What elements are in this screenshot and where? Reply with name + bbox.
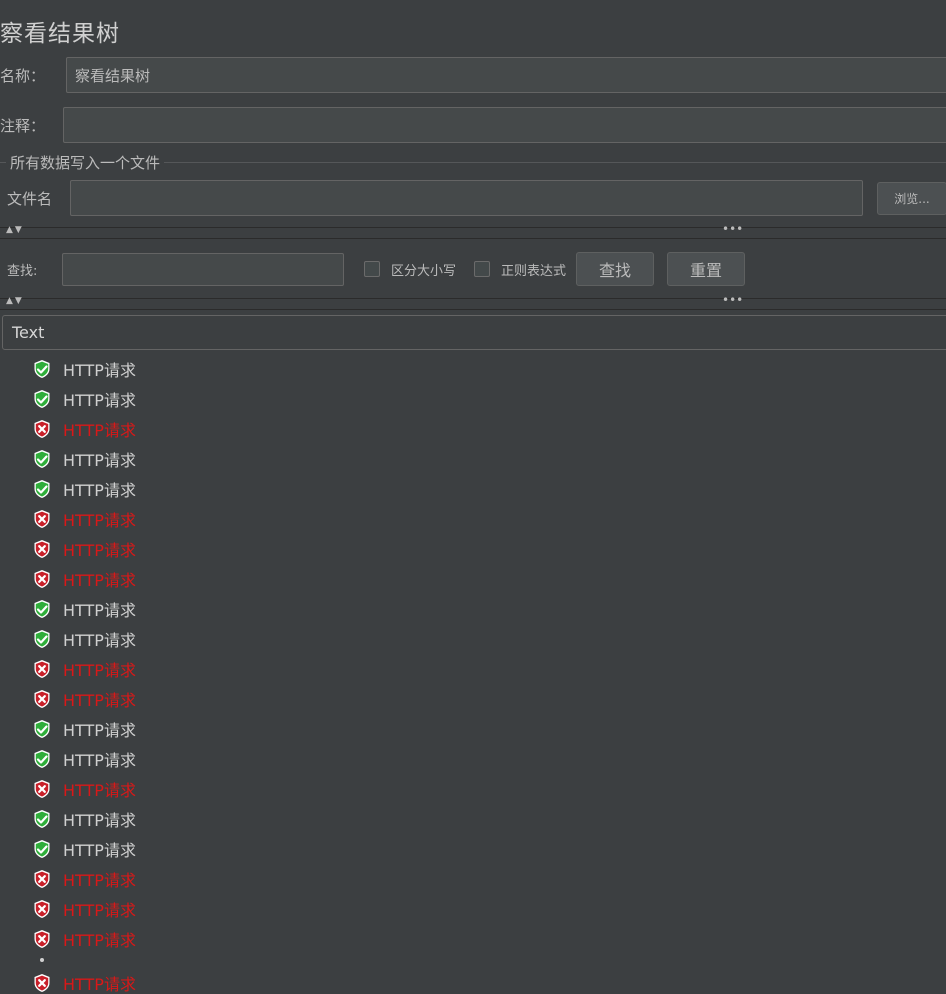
tree-item[interactable]: HTTP请求 <box>32 474 136 504</box>
tree-item[interactable]: HTTP请求 <box>32 894 136 924</box>
renderer-selected-value: Text <box>12 323 45 342</box>
filename-field[interactable] <box>70 180 863 216</box>
shield-check-icon <box>32 599 63 619</box>
tree-item[interactable]: HTTP请求 <box>32 444 136 474</box>
tree-item-label: HTTP请求 <box>63 481 136 500</box>
shield-check-icon <box>32 719 63 739</box>
tree-item[interactable]: HTTP请求 <box>32 804 136 834</box>
search-input[interactable] <box>62 252 344 286</box>
renderer-select[interactable]: Text <box>2 315 946 350</box>
tree-item-label: HTTP请求 <box>63 751 136 770</box>
splitter-grip-icon[interactable]: ••• <box>722 293 743 307</box>
shield-check-icon <box>32 809 63 829</box>
tree-item-label: HTTP请求 <box>63 631 136 650</box>
comment-field[interactable] <box>63 107 946 143</box>
collapse-arrows-icon[interactable]: ▲▼ <box>6 225 24 235</box>
filename-label: 文件名 <box>7 189 53 208</box>
tree-item-label: HTTP请求 <box>63 811 136 830</box>
splitter-grip-icon[interactable]: ••• <box>722 222 743 236</box>
shield-x-icon <box>32 689 63 709</box>
browse-button[interactable]: 浏览... <box>877 181 946 215</box>
tree-item-label: HTTP请求 <box>63 781 136 800</box>
tree-item[interactable]: HTTP请求 <box>32 864 136 894</box>
find-button[interactable]: 查找 <box>576 252 655 286</box>
comment-label: 注释： <box>0 116 46 135</box>
tree-item[interactable]: HTTP请求 <box>32 834 136 864</box>
shield-check-icon <box>32 389 63 409</box>
tree-item[interactable]: HTTP请求 <box>32 654 136 684</box>
tree-item-label: HTTP请求 <box>63 661 136 680</box>
tree-item[interactable]: HTTP请求 <box>32 384 136 414</box>
tree-item[interactable]: HTTP请求 <box>32 534 136 564</box>
shield-check-icon <box>32 629 63 649</box>
comment-row: 注释： <box>0 107 946 143</box>
tree-item[interactable]: HTTP请求 <box>32 354 136 384</box>
tree-item-label: HTTP请求 <box>63 931 136 950</box>
tree-item[interactable]: HTTP请求 <box>32 504 136 534</box>
tree-item-label: HTTP请求 <box>63 451 136 470</box>
regex-label: 正则表达式 <box>501 263 567 279</box>
file-group-title: 所有数据写入一个文件 <box>6 152 165 173</box>
tree-connector-dot <box>40 958 44 962</box>
tree-item[interactable]: HTTP请求 <box>32 968 136 994</box>
shield-x-icon <box>32 869 63 889</box>
filename-row: 文件名 浏览... <box>0 180 946 216</box>
case-sensitive-checkbox[interactable] <box>364 261 380 277</box>
tree-item[interactable]: HTTP请求 <box>32 714 136 744</box>
name-field[interactable]: 察看结果树 <box>66 57 946 93</box>
shield-x-icon <box>32 899 63 919</box>
tree-item[interactable]: HTTP请求 <box>32 924 136 954</box>
tree-item-label: HTTP请求 <box>63 871 136 890</box>
shield-x-icon <box>32 973 63 993</box>
tree-item[interactable]: HTTP请求 <box>32 414 136 444</box>
name-label: 名称： <box>0 66 46 85</box>
regex-checkbox[interactable] <box>474 261 491 277</box>
shield-x-icon <box>32 419 63 439</box>
view-results-tree-panel: 察看结果树 名称： 察看结果树 注释： 所有数据写入一个文件 文件名 浏览...… <box>0 0 946 994</box>
panel-title: 察看结果树 <box>0 21 120 47</box>
shield-check-icon <box>32 839 63 859</box>
collapse-arrows-icon[interactable]: ▲▼ <box>6 296 24 306</box>
tree-item-label: HTTP请求 <box>63 901 136 920</box>
shield-x-icon <box>32 779 63 799</box>
tree-item-label: HTTP请求 <box>63 841 136 860</box>
tree-item-label: HTTP请求 <box>63 601 136 620</box>
search-label: 查找: <box>7 263 38 279</box>
tree-item-label: HTTP请求 <box>63 975 136 994</box>
splitter-bottom[interactable]: ▲▼ ••• <box>0 293 946 310</box>
tree-item-label: HTTP请求 <box>63 721 136 740</box>
shield-x-icon <box>32 659 63 679</box>
tree-item-label: HTTP请求 <box>63 691 136 710</box>
tree-item[interactable]: HTTP请求 <box>32 624 136 654</box>
case-sensitive-label: 区分大小写 <box>391 263 457 279</box>
shield-check-icon <box>32 749 63 769</box>
name-value: 察看结果树 <box>75 66 151 85</box>
search-row: 查找: 区分大小写 正则表达式 查找 重置 <box>0 252 746 286</box>
shield-x-icon <box>32 569 63 589</box>
tree-item[interactable]: HTTP请求 <box>32 684 136 714</box>
tree-item[interactable]: HTTP请求 <box>32 744 136 774</box>
shield-x-icon <box>32 539 63 559</box>
name-row: 名称： 察看结果树 <box>0 57 946 93</box>
tree-item-label: HTTP请求 <box>63 421 136 440</box>
tree-item[interactable]: HTTP请求 <box>32 594 136 624</box>
reset-button[interactable]: 重置 <box>667 252 746 286</box>
tree-item-label: HTTP请求 <box>63 511 136 530</box>
tree-item[interactable]: HTTP请求 <box>32 564 136 594</box>
splitter-top[interactable]: ▲▼ ••• <box>0 222 946 239</box>
tree-item-label: HTTP请求 <box>63 391 136 410</box>
shield-check-icon <box>32 359 63 379</box>
tree-item[interactable]: HTTP请求 <box>32 774 136 804</box>
tree-item-label: HTTP请求 <box>63 361 136 380</box>
shield-x-icon <box>32 929 63 949</box>
shield-check-icon <box>32 479 63 499</box>
shield-check-icon <box>32 449 63 469</box>
tree-item-label: HTTP请求 <box>63 571 136 590</box>
tree-item-label: HTTP请求 <box>63 541 136 560</box>
shield-x-icon <box>32 509 63 529</box>
